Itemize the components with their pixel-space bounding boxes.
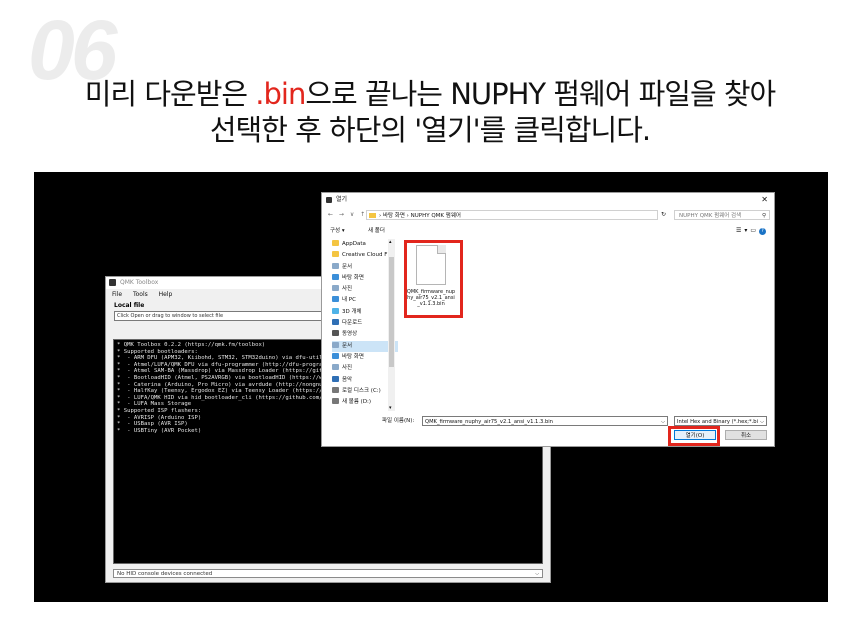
headline-line-2: 선택한 후 하단의 '열기'를 클릭합니다. (209, 113, 651, 147)
documents-icon (332, 341, 339, 348)
open-button-highlight-box (668, 426, 720, 446)
menu-file[interactable]: File (112, 291, 122, 298)
music-icon (332, 375, 339, 382)
new-folder-button[interactable]: 새 폴더 (368, 226, 385, 236)
scroll-down-icon[interactable]: ▾ (389, 405, 392, 411)
dialog-app-icon (326, 197, 332, 203)
address-bar[interactable]: › 바탕 화면 › NUPHY QMK 펌웨어 (366, 210, 658, 220)
sidebar-item-label: 로컬 디스크 (C:) (342, 387, 381, 394)
qmk-app-icon (109, 279, 116, 286)
filename-label: 파일 이름(N): (382, 418, 415, 424)
hid-console-select[interactable]: No HID console devices connected ⌵ (113, 569, 543, 578)
nav-buttons[interactable]: ← → ∨ ↑ (328, 209, 367, 221)
folder-icon (369, 213, 376, 218)
dialog-title: 열기 (336, 196, 348, 203)
filename-value: QMK_firmware_nuphy_air75_v2.1_ansi_v1.1.… (425, 419, 553, 425)
close-icon[interactable]: ✕ (761, 193, 768, 207)
qmk-title: QMK Toolbox (120, 279, 159, 286)
chevron-down-icon: ⌵ (760, 417, 764, 425)
dialog-toolbar: 구성 ▾ 새 폴더 ☰▾▭? (330, 226, 770, 236)
view-options-icon[interactable]: ☰▾ (736, 227, 750, 234)
cancel-button[interactable]: 취소 (725, 430, 767, 440)
drive-icon (332, 386, 339, 393)
sidebar-scrollbar[interactable]: ▴ ▾ (388, 239, 395, 411)
sidebar-item-label: 문서 (342, 342, 353, 349)
sidebar-item-label: 바탕 화면 (342, 353, 364, 360)
sidebar-item-label: 음악 (342, 376, 353, 383)
downloads-icon (332, 319, 339, 326)
search-input[interactable]: NUPHY QMK 펌웨어 검색 ⚲ (674, 210, 770, 220)
desktop-icon (332, 273, 339, 280)
filetype-select[interactable]: Intel Hex and Binary (*.hex;*.bi ⌵ (674, 416, 767, 426)
sidebar-item-label: 다운로드 (342, 320, 363, 327)
desktop-icon (332, 352, 339, 359)
sidebar-item-label: 새 볼륨 (D:) (342, 399, 372, 406)
hid-status-text: No HID console devices connected (117, 571, 213, 577)
folder-icon (332, 251, 339, 258)
search-icon: ⚲ (761, 213, 766, 219)
file-highlight-box (404, 240, 463, 318)
sidebar-item-label: 사진 (342, 365, 353, 372)
scroll-up-icon[interactable]: ▴ (389, 239, 392, 245)
sidebar-item-label: AppData (342, 241, 366, 247)
chevron-down-icon: ⌵ (661, 419, 665, 425)
address-row: ← → ∨ ↑ › 바탕 화면 › NUPHY QMK 펌웨어 ↻ NUPHY … (326, 209, 770, 221)
sidebar-item-label: 문서 (342, 263, 353, 270)
organize-button[interactable]: 구성 ▾ (330, 226, 345, 236)
filetype-value: Intel Hex and Binary (*.hex;*.bi (677, 419, 759, 425)
filename-input[interactable]: QMK_firmware_nuphy_air75_v2.1_ansi_v1.1.… (422, 416, 668, 426)
chevron-down-icon: ⌵ (535, 571, 539, 577)
headline-post: 으로 끝나는 NUPHY 펌웨어 파일을 찾아 (305, 77, 776, 111)
dialog-titlebar: 열기 ✕ (322, 193, 774, 207)
headline-pre: 미리 다운받은 (84, 77, 256, 111)
sidebar-item-label: Creative Cloud F (342, 252, 388, 259)
scroll-thumb[interactable] (389, 257, 394, 367)
3d-objects-icon (332, 307, 339, 314)
search-placeholder: NUPHY QMK 펌웨어 검색 (679, 213, 742, 219)
local-file-input[interactable]: Click Open or drag to window to select f… (114, 311, 338, 321)
pictures-icon (332, 364, 339, 371)
preview-pane-icon[interactable]: ▭ (750, 227, 759, 234)
headline-line-1: 미리 다운받은 .bin으로 끝나는 NUPHY 펌웨어 파일을 찾아 (0, 80, 860, 109)
help-icon[interactable]: ? (759, 228, 766, 235)
pictures-icon (332, 285, 339, 292)
drive-icon (332, 398, 339, 405)
sidebar-item-label: 내 PC (342, 297, 356, 304)
menu-tools[interactable]: Tools (133, 291, 148, 298)
pc-icon (332, 296, 339, 303)
documents-icon (332, 262, 339, 269)
headline-accent: .bin (255, 77, 306, 111)
sidebar-item-label: 3D 개체 (342, 308, 362, 315)
breadcrumb: › 바탕 화면 › NUPHY QMK 펌웨어 (379, 213, 461, 219)
menu-help[interactable]: Help (159, 291, 173, 298)
sidebar-item-label: 바탕 화면 (342, 274, 364, 281)
open-file-dialog: 열기 ✕ ← → ∨ ↑ › 바탕 화면 › NUPHY QMK 펌웨어 ↻ NU… (321, 192, 775, 447)
videos-icon (332, 330, 339, 337)
sidebar-item-label: 동영상 (342, 331, 358, 338)
folder-icon (332, 240, 339, 246)
refresh-icon[interactable]: ↻ (661, 209, 666, 221)
view-controls: ☰▾▭? (736, 226, 766, 236)
sidebar-item-label: 사진 (342, 286, 353, 293)
